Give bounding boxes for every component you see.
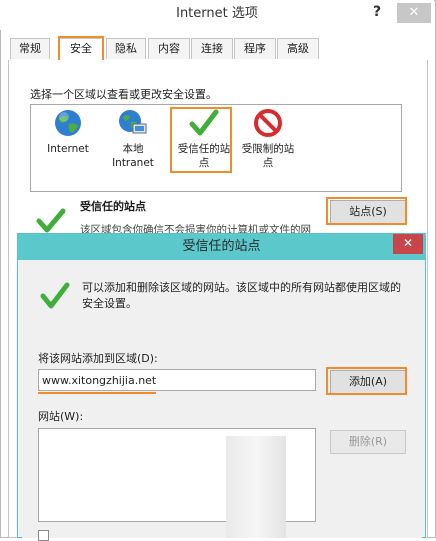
https-checkbox[interactable] [38, 530, 49, 541]
input-underline-highlight [38, 392, 156, 394]
zone-internet[interactable]: Internet [36, 108, 100, 156]
remove-button[interactable]: 删除(R) [330, 430, 406, 454]
tab-advanced[interactable]: 高级 [277, 38, 319, 59]
tab-privacy[interactable]: 隐私 [106, 38, 146, 59]
tab-content[interactable]: 内容 [148, 38, 190, 59]
tab-general[interactable]: 常规 [10, 38, 50, 59]
websites-label: 网站(W): [38, 410, 84, 423]
zone-prompt: 选择一个区域以查看或更改安全设置。 [30, 88, 217, 101]
zone-local-intranet[interactable]: 本地 Intranet [101, 108, 165, 170]
dialog-title: 受信任的站点 [18, 234, 425, 260]
zone-restricted-sites[interactable]: 受限制的站 点 [236, 108, 300, 170]
add-button[interactable]: 添加(A) [330, 370, 406, 394]
dialog-close-button[interactable]: ✕ [393, 234, 423, 254]
intranet-icon [119, 110, 147, 134]
tab-security[interactable]: 安全 [58, 38, 104, 59]
check-icon [189, 109, 219, 136]
zone-title: 受信任的站点 [80, 200, 146, 213]
tab-connections[interactable]: 连接 [191, 38, 233, 59]
add-site-label: 将该网站添加到区域(D): [38, 352, 158, 365]
zone-trusted-sites[interactable]: 受信任的站 点 [172, 108, 236, 170]
sites-button[interactable]: 站点(S) [330, 200, 406, 224]
globe-icon [55, 110, 81, 136]
zone-label: 本地 Intranet [112, 143, 154, 169]
dialog-info-text: 可以添加和删除该区域的网站。该区域中的所有网站都使用区域的安全设置。 [82, 281, 401, 310]
blurred-region [226, 436, 286, 538]
zone-label: Internet [47, 143, 89, 155]
zone-label: 受限制的站 点 [241, 143, 295, 169]
tab-programs[interactable]: 程序 [234, 38, 276, 59]
help-button[interactable]: ? [364, 4, 390, 24]
add-site-input[interactable] [38, 369, 316, 391]
zone-label: 受信任的站 点 [177, 143, 231, 169]
zone-check-icon [36, 208, 66, 233]
restricted-icon [254, 109, 282, 137]
close-button[interactable]: ✕ [397, 3, 431, 23]
dialog-check-icon [40, 282, 70, 309]
